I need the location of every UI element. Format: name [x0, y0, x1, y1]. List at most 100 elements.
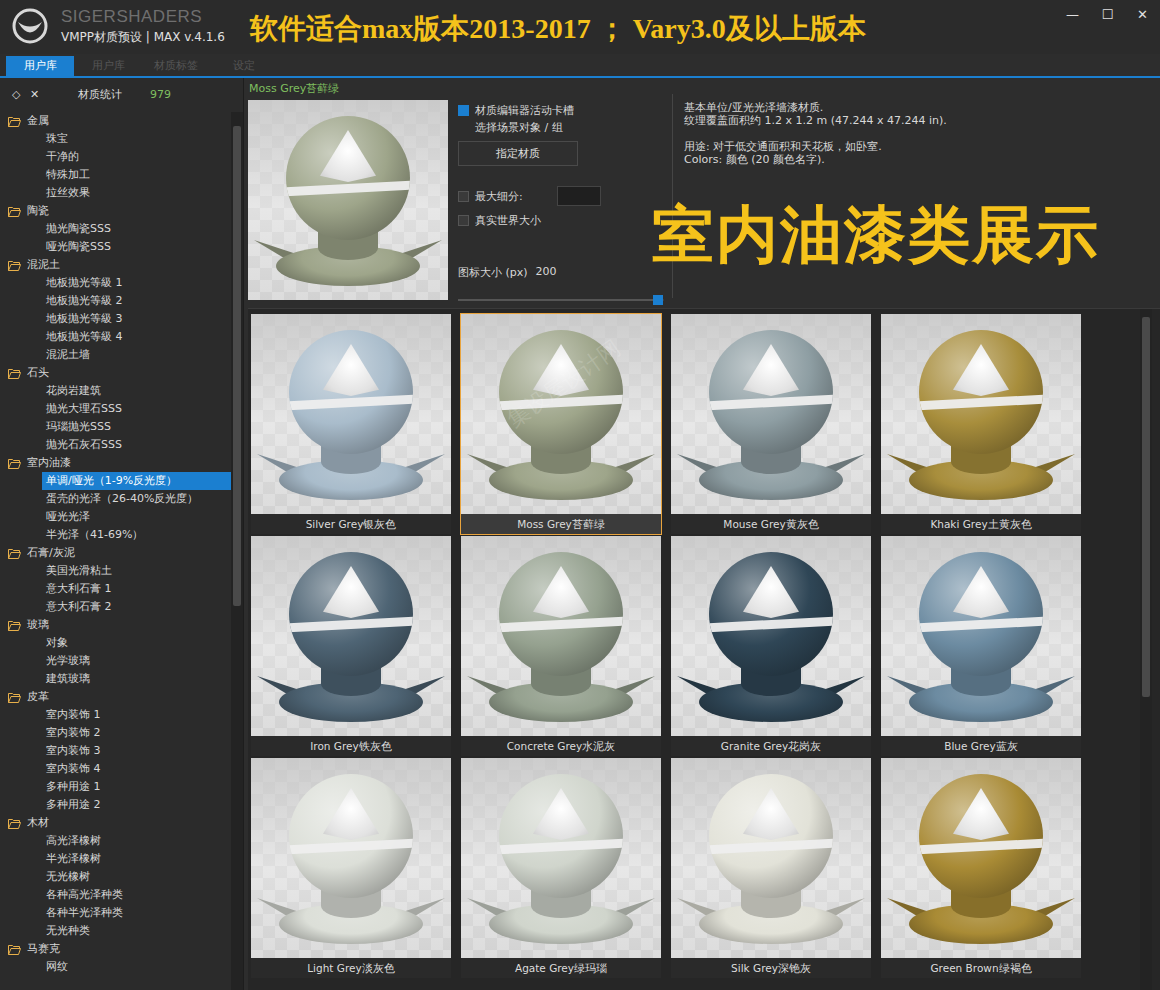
category-row[interactable]: 金属	[0, 112, 231, 130]
tree-item[interactable]: 抛光石灰石SSS	[0, 436, 231, 454]
tree-item[interactable]: 地板抛光等級 1	[0, 274, 231, 292]
tree-item[interactable]: 多种用途 2	[0, 796, 231, 814]
tree-item[interactable]: 单调/哑光（1-9%反光度）	[42, 472, 231, 490]
tree-item[interactable]: 地板抛光等級 4	[0, 328, 231, 346]
tree-item[interactable]: 高光泽橡树	[0, 832, 231, 850]
window-control-button[interactable]: ✕	[1125, 0, 1160, 28]
tree-item[interactable]: 无光种类	[0, 922, 231, 940]
tab[interactable]: 材质标签	[142, 56, 210, 76]
category-row[interactable]: 石头	[0, 364, 231, 382]
tree-item[interactable]: 地板抛光等級 2	[0, 292, 231, 310]
tab[interactable]: 用户库	[74, 56, 142, 76]
tree-item[interactable]: 混泥土墙	[0, 346, 231, 364]
category-row[interactable]: 陶瓷	[0, 202, 231, 220]
tree-item[interactable]: 建筑玻璃	[0, 670, 231, 688]
material-grid: Silver Grey银灰色Moss Grey苔藓绿 Mouse Grey黄灰色 K…	[248, 309, 1140, 990]
sphere-band	[919, 395, 1043, 411]
tree-item[interactable]: 无光橡树	[0, 868, 231, 886]
tree-item[interactable]: 意大利石膏 2	[0, 598, 231, 616]
material-tile[interactable]: Silver Grey银灰色	[251, 314, 451, 534]
tree-item[interactable]: 意大利石膏 1	[0, 580, 231, 598]
title-bar: SIGERSHADERSVMPP材质预设 | MAX v.4.1.6软件适合ma…	[0, 0, 1160, 54]
app-title: VMPP材质预设 | MAX v.4.1.6	[61, 29, 225, 45]
tree-item[interactable]: 玛瑙抛光SSS	[0, 418, 231, 436]
slot-option[interactable]: 材质编辑器活动卡槽	[458, 102, 664, 119]
material-thumbnail	[461, 758, 661, 958]
grid-scrollbar[interactable]	[1140, 309, 1152, 990]
checkbox[interactable]	[458, 105, 469, 116]
folder-icon	[8, 620, 21, 631]
tree-item[interactable]: 美国光滑粘土	[0, 562, 231, 580]
tree-item[interactable]: 哑光陶瓷SSS	[0, 238, 231, 256]
scroll-thumb[interactable]	[1142, 317, 1150, 697]
tree-item[interactable]: 室内装饰 3	[0, 742, 231, 760]
material-tile[interactable]: Granite Grey花岗灰	[671, 536, 871, 756]
folder-icon	[8, 818, 21, 829]
tree-item[interactable]: 珠宝	[0, 130, 231, 148]
tree-item[interactable]: 各种高光泽种类	[0, 886, 231, 904]
tree-item[interactable]: 花岗岩建筑	[0, 382, 231, 400]
category-row[interactable]: 玻璃	[0, 616, 231, 634]
tree-item[interactable]: 室内装饰 4	[0, 760, 231, 778]
material-preview	[248, 100, 448, 300]
material-name: Iron Grey铁灰色	[251, 736, 451, 756]
tree-item[interactable]: 室内装饰 1	[0, 706, 231, 724]
tree-item[interactable]: 半光泽（41-69%）	[0, 526, 231, 544]
category-row[interactable]: 马赛克	[0, 940, 231, 958]
window-control-button[interactable]: —	[1055, 0, 1090, 28]
category-row[interactable]: 木材	[0, 814, 231, 832]
tool-button[interactable]: ◇	[12, 88, 30, 101]
category-row[interactable]: 混泥土	[0, 256, 231, 274]
tree-item[interactable]: 抛光陶瓷SSS	[0, 220, 231, 238]
tree-item[interactable]: 室内装饰 2	[0, 724, 231, 742]
icon-size-value: 200	[536, 265, 557, 280]
real-world-option[interactable]: 真实世界大小	[458, 212, 664, 229]
tree-item[interactable]: 半光泽橡树	[0, 850, 231, 868]
icon-size-slider[interactable]	[458, 294, 664, 306]
material-description: 基本单位/亚光光泽墙漆材质.纹理覆盖面积约 1.2 x 1.2 m (47.24…	[673, 100, 947, 179]
material-tile[interactable]: Agate Grey绿玛瑙	[461, 758, 661, 978]
material-tile[interactable]: Blue Grey蓝灰	[881, 536, 1081, 756]
material-tile[interactable]: Green Brown绿褐色	[881, 758, 1081, 978]
tree-item[interactable]: 各种半光泽种类	[0, 904, 231, 922]
tree-item[interactable]: 蛋壳的光泽（26-40%反光度）	[0, 490, 231, 508]
tree-item[interactable]: 哑光光泽	[0, 508, 231, 526]
material-tile[interactable]: Light Grey淡灰色	[251, 758, 451, 978]
sidebar-scrollbar[interactable]	[231, 112, 243, 990]
tree-item[interactable]: 多种用途 1	[0, 778, 231, 796]
tree-item[interactable]: 光学玻璃	[0, 652, 231, 670]
tool-button[interactable]: ✕	[30, 88, 48, 101]
tree-item[interactable]: 网纹	[0, 958, 231, 976]
assign-material-button[interactable]: 指定材质	[458, 141, 578, 166]
tab[interactable]: 用户库	[6, 56, 74, 76]
checkbox[interactable]	[458, 191, 469, 202]
category-row[interactable]: 室内油漆	[0, 454, 231, 472]
tree-item[interactable]: 地板抛光等級 3	[0, 310, 231, 328]
tab[interactable]: 设定	[210, 56, 278, 76]
max-subdiv-option[interactable]: 最大细分:	[458, 186, 664, 206]
tree-item[interactable]: 对象	[0, 634, 231, 652]
checkbox[interactable]	[458, 215, 469, 226]
material-name: Granite Grey花岗灰	[671, 736, 871, 756]
material-tile[interactable]: Khaki Grey土黄灰色	[881, 314, 1081, 534]
material-name: Mouse Grey黄灰色	[671, 514, 871, 534]
tree-item[interactable]: 抛光大理石SSS	[0, 400, 231, 418]
material-tile[interactable]: Mouse Grey黄灰色	[671, 314, 871, 534]
vmpp-window: SIGERSHADERSVMPP材质预设 | MAX v.4.1.6软件适合ma…	[0, 0, 1160, 990]
scroll-thumb[interactable]	[233, 126, 241, 606]
material-tile[interactable]: Concrete Grey水泥灰	[461, 536, 661, 756]
material-thumbnail	[881, 758, 1081, 958]
tree-item[interactable]: 拉丝效果	[0, 184, 231, 202]
window-control-button[interactable]: ☐	[1090, 0, 1125, 28]
tree-item[interactable]: 特殊加工	[0, 166, 231, 184]
material-tile[interactable]: Moss Grey苔藓绿	[461, 314, 661, 534]
overlay-caption: 室内油漆类展示	[652, 200, 1100, 270]
slider-thumb[interactable]	[653, 295, 663, 305]
category-row[interactable]: 皮革	[0, 688, 231, 706]
max-subdiv-input[interactable]	[557, 186, 601, 206]
logo-icon	[11, 7, 49, 45]
category-row[interactable]: 石膏/灰泥	[0, 544, 231, 562]
material-tile[interactable]: Silk Grey深铯灰	[671, 758, 871, 978]
material-tile[interactable]: Iron Grey铁灰色	[251, 536, 451, 756]
tree-item[interactable]: 干净的	[0, 148, 231, 166]
